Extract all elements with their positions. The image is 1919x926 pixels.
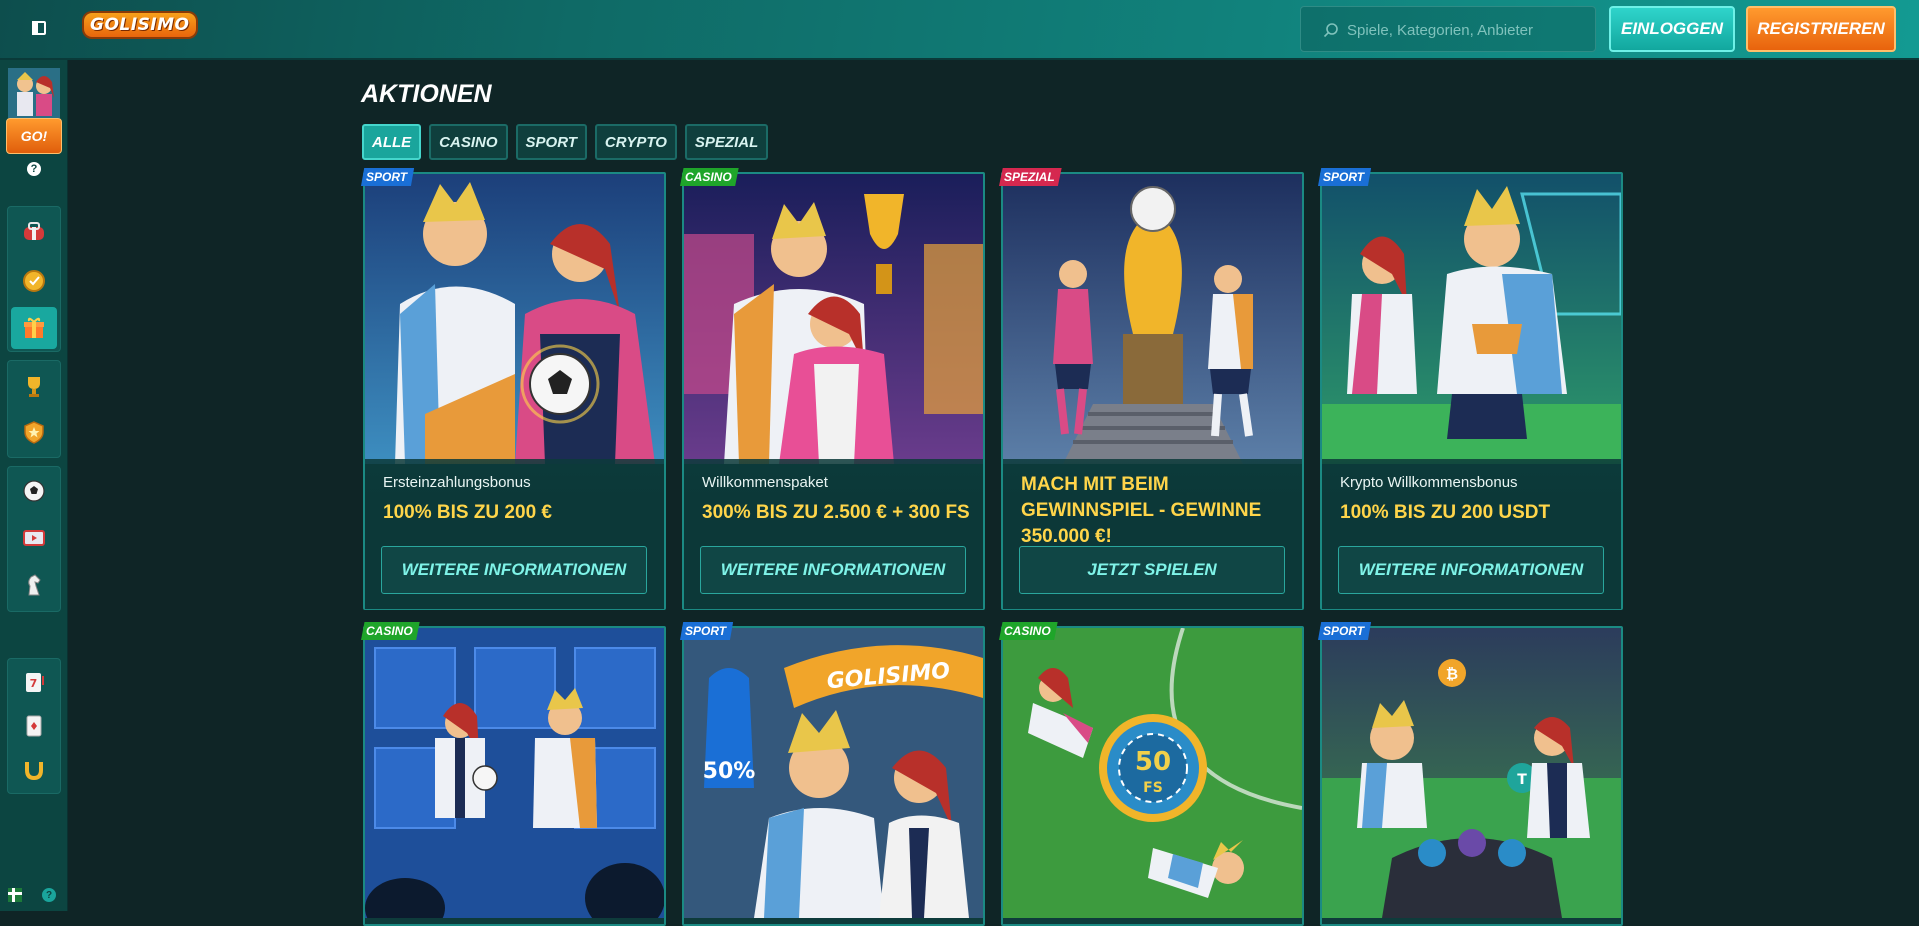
promo-card-ersteinzahlungsbonus[interactable]: SPORT Ersteinzahlungsbonus 100% BIS ZU 2… [361,168,666,610]
promo-image [684,174,983,464]
promo-headline: 300% BIS ZU 2.500 € + 300 FS [702,502,970,523]
more-info-button[interactable]: WEITERE INFORMATIONEN [1338,546,1604,594]
tab-spezial[interactable]: SPEZIAL [684,124,769,160]
coin-icon [23,270,45,292]
promo-image [365,628,664,918]
category-badge: CASINO [999,622,1058,640]
category-badge: SPORT [1318,168,1372,186]
svg-text:₿: ₿ [1446,665,1458,683]
promo-headline: MACH MIT BEIM GEWINNSPIEL - GEWINNE 350.… [1021,474,1262,547]
filter-tabs: ALLE CASINO SPORT CRYPTO SPEZIAL [362,124,769,162]
promo-card-gewinnspiel[interactable]: SPEZIAL MACH MIT BEIM GEWINNSPIEL - GEWI… [999,168,1304,610]
search-input[interactable] [1345,17,1589,43]
promo-image: ₿ T [1322,628,1621,918]
promo-characters-icon [8,68,60,118]
sidebar: GO! ? 7 ? [0,60,68,911]
nav-group-1 [7,206,61,352]
top-header: GOLISIMO EINLOGGEN REGISTRIEREN [0,0,1919,60]
category-badge: CASINO [680,168,739,186]
live-tv-icon [23,530,45,546]
site-logo[interactable]: GOLISIMO [84,13,196,37]
sidebar-item-slots[interactable]: 7 [11,661,57,703]
sidebar-item-football[interactable] [11,470,57,512]
foam-finger-number: 50% [703,759,756,784]
play-now-button[interactable]: JETZT SPIELEN [1019,546,1285,594]
category-badge: CASINO [361,622,420,640]
promo-card-5[interactable]: CASINO [361,622,666,926]
sidebar-item-cards[interactable] [11,705,57,747]
category-badge: SPEZIAL [999,168,1062,186]
promo-subtitle: Krypto Willkommensbonus [1340,474,1518,491]
go-button[interactable]: GO! [6,118,62,154]
sidebar-item-trophy[interactable] [11,365,57,407]
sidebar-item-gift[interactable] [11,307,57,349]
sidebar-item-shield[interactable] [11,411,57,453]
sidebar-footer: ? [6,885,62,905]
support-help-icon[interactable]: ? [42,888,56,902]
sidebar-item-horse[interactable] [11,564,57,606]
promotions-page: AKTIONEN ALLE CASINO SPORT CRYPTO SPEZIA… [68,60,1919,926]
sidebar-item-coin[interactable] [11,259,57,301]
more-info-button[interactable]: WEITERE INFORMATIONEN [381,546,647,594]
sidebar-item-bag[interactable] [11,210,57,252]
page-title: AKTIONEN [361,80,492,108]
login-button[interactable]: EINLOGGEN [1609,6,1735,52]
nav-group-4: 7 [7,658,61,794]
svg-text:T: T [1517,772,1527,788]
tab-sport[interactable]: SPORT [515,124,587,160]
category-badge: SPORT [1318,622,1372,640]
horse-icon [28,574,41,596]
promo-headline: 100% BIS ZU 200 USDT [1340,502,1551,523]
sidebar-toggle-icon[interactable] [30,19,50,39]
promo-subtitle: Willkommenspaket [702,474,828,491]
category-badge: SPORT [680,622,734,640]
bag-icon [24,222,44,240]
promo-subtitle: Ersteinzahlungsbonus [383,474,531,491]
promo-card-8[interactable]: SPORT ₿ T [1318,622,1623,926]
more-info-button[interactable]: WEITERE INFORMATIONEN [700,546,966,594]
search-icon [1323,23,1338,38]
sidebar-item-horseshoe[interactable] [11,749,57,791]
promo-card-7[interactable]: CASINO 50 FS [999,622,1304,926]
horseshoe-icon [25,762,43,781]
tab-crypto[interactable]: CRYPTO [594,124,677,160]
card-icon [26,715,42,737]
sidebar-promo[interactable]: GO! ? [6,68,62,178]
football-icon [23,480,45,502]
chip-suffix: FS [1143,780,1163,796]
promo-image: GOLISIMO 50% [684,628,983,918]
tab-all[interactable]: ALLE [362,124,422,160]
language-flag-icon[interactable] [8,888,22,902]
promo-headline: 100% BIS ZU 200 € [383,502,552,523]
sidebar-item-live[interactable] [11,517,57,559]
promo-image: 50 FS [1003,628,1302,918]
promo-card-willkommenspaket[interactable]: CASINO Willkommenspaket 300% BIS ZU 2.50… [680,168,985,610]
tab-casino[interactable]: CASINO [429,124,508,160]
help-icon[interactable]: ? [27,162,41,176]
slot-icon: 7 [26,673,44,692]
promo-card-6[interactable]: SPORT GOLISIMO 50% [680,622,985,926]
promo-card-krypto-willkommensbonus[interactable]: SPORT Krypto Willkommensbonus 100% BIS Z… [1318,168,1623,610]
category-badge: SPORT [361,168,415,186]
promo-image [1003,174,1302,464]
nav-group-3 [7,466,61,612]
promo-image [365,174,664,464]
chip-number: 50 [1135,747,1171,777]
nav-group-2 [7,360,61,458]
register-button[interactable]: REGISTRIEREN [1746,6,1896,52]
search-box[interactable] [1300,6,1596,52]
promo-image [1322,174,1621,464]
svg-text:7: 7 [30,677,38,690]
gift-icon [24,317,44,338]
shield-icon [24,421,44,444]
trophy-icon [28,377,40,397]
